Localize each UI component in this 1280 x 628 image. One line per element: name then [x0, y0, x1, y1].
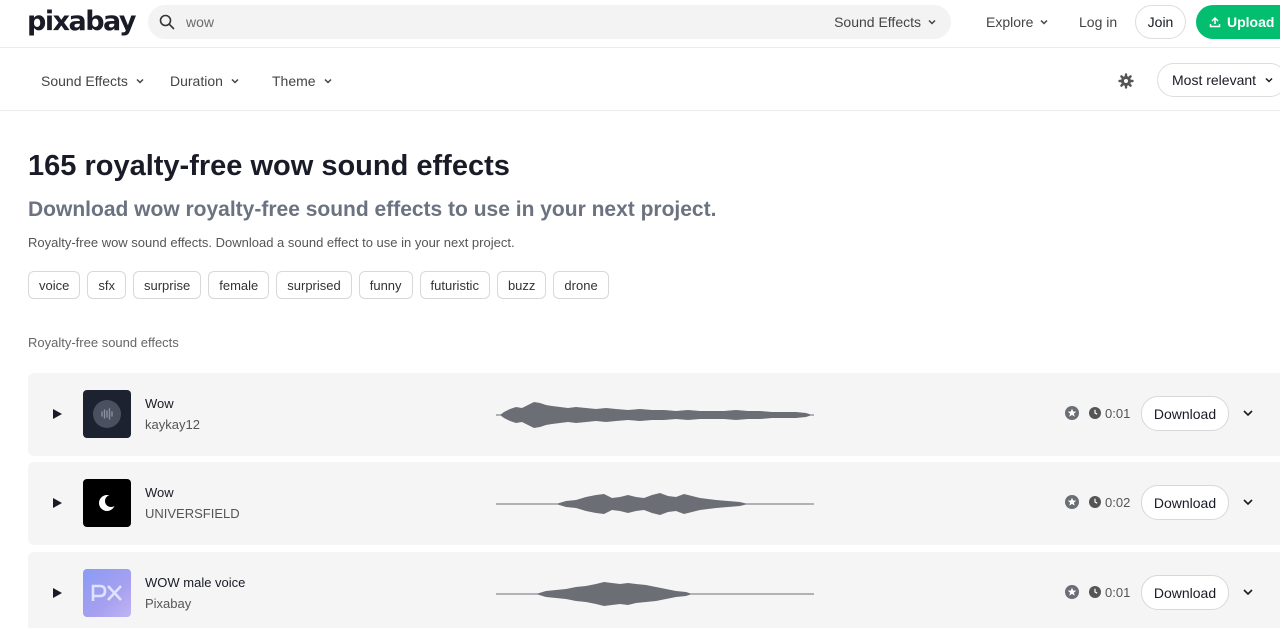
tag-chip[interactable]: buzz — [496, 271, 547, 299]
track-author[interactable]: Pixabay — [145, 596, 191, 611]
favorite-star-icon[interactable] — [1065, 406, 1079, 420]
tag-chip[interactable]: surprised — [276, 271, 352, 299]
section-label: Royalty-free sound effects — [28, 335, 179, 350]
filter-bar: Sound Effects Duration Theme Most releva… — [0, 49, 1280, 111]
track-title[interactable]: WOW male voice — [145, 575, 245, 590]
search-type-label: Sound Effects — [834, 14, 921, 30]
track-duration: 0:01 — [1105, 406, 1131, 421]
search-type-dropdown[interactable]: Sound Effects — [834, 14, 937, 30]
track-author[interactable]: UNIVERSFIELD — [145, 506, 240, 521]
sort-dropdown[interactable]: Most relevant — [1157, 63, 1280, 97]
waveform[interactable] — [496, 572, 814, 616]
play-icon[interactable] — [51, 408, 63, 420]
upload-icon — [1209, 16, 1221, 28]
tag-chip[interactable]: voice — [28, 271, 81, 299]
waveform[interactable] — [496, 393, 814, 437]
tag-chip[interactable]: drone — [553, 271, 609, 299]
audio-row[interactable]: Wow UNIVERSFIELD 0:02 Download — [28, 462, 1280, 545]
search-input[interactable] — [186, 14, 786, 30]
filter-label: Theme — [272, 73, 316, 89]
top-header: pixabay Sound Effects Explore Log in Joi… — [0, 0, 1280, 48]
join-button[interactable]: Join — [1135, 5, 1186, 39]
chevron-down-icon — [136, 78, 144, 84]
filter-label: Duration — [170, 73, 223, 89]
chevron-down-icon — [928, 19, 936, 25]
audio-row[interactable]: Wow kaykay12 0:01 Download — [28, 373, 1280, 456]
chevron-down-icon[interactable] — [1242, 496, 1254, 508]
track-thumbnail[interactable] — [83, 569, 131, 617]
page-description: Royalty-free wow sound effects. Download… — [28, 235, 515, 250]
tag-chip[interactable]: sfx — [87, 271, 126, 299]
tag-list: voice sfx surprise female surprised funn… — [28, 271, 609, 299]
pixabay-px-icon — [91, 584, 122, 601]
search-icon[interactable] — [159, 14, 175, 30]
track-author[interactable]: kaykay12 — [145, 417, 200, 432]
upload-button[interactable]: Upload — [1196, 5, 1280, 39]
chevron-down-icon[interactable] — [1242, 407, 1254, 419]
filter-label: Sound Effects — [41, 73, 128, 89]
tag-chip[interactable]: funny — [358, 271, 413, 299]
track-thumbnail[interactable] — [83, 390, 131, 438]
clock-icon — [1089, 586, 1101, 598]
tag-chip[interactable]: surprise — [132, 271, 202, 299]
waveform[interactable] — [496, 482, 814, 526]
pixabay-logo[interactable]: pixabay — [27, 6, 137, 37]
page-title: 165 royalty-free wow sound effects — [28, 150, 510, 182]
gear-icon[interactable] — [1118, 73, 1134, 89]
clock-icon — [1089, 496, 1101, 508]
track-thumbnail[interactable] — [83, 479, 131, 527]
track-duration: 0:01 — [1105, 585, 1131, 600]
explore-menu[interactable]: Explore — [986, 14, 1049, 30]
tag-chip[interactable]: female — [208, 271, 270, 299]
upload-label: Upload — [1227, 14, 1275, 30]
sort-label: Most relevant — [1172, 72, 1257, 88]
explore-label: Explore — [986, 14, 1034, 30]
filter-duration[interactable]: Duration — [170, 73, 240, 89]
download-button[interactable]: Download — [1141, 575, 1229, 610]
chevron-down-icon — [324, 78, 332, 84]
play-icon[interactable] — [51, 587, 63, 599]
clock-icon — [1089, 407, 1101, 419]
track-title[interactable]: Wow — [145, 396, 174, 411]
track-duration: 0:02 — [1105, 495, 1131, 510]
favorite-star-icon[interactable] — [1065, 585, 1079, 599]
download-button[interactable]: Download — [1141, 396, 1229, 431]
moon-icon — [99, 495, 117, 511]
play-icon[interactable] — [51, 497, 63, 509]
filter-sound-effects[interactable]: Sound Effects — [41, 73, 145, 89]
track-title[interactable]: Wow — [145, 485, 174, 500]
chevron-down-icon — [1265, 77, 1273, 83]
chevron-down-icon — [1040, 19, 1048, 25]
waveform-badge-icon — [93, 400, 121, 428]
page-subtitle: Download wow royalty-free sound effects … — [28, 198, 717, 221]
favorite-star-icon[interactable] — [1065, 495, 1079, 509]
tag-chip[interactable]: futuristic — [419, 271, 490, 299]
download-button[interactable]: Download — [1141, 485, 1229, 520]
filter-theme[interactable]: Theme — [272, 73, 333, 89]
login-link[interactable]: Log in — [1079, 14, 1117, 30]
chevron-down-icon[interactable] — [1242, 586, 1254, 598]
search-bar[interactable]: Sound Effects — [148, 5, 951, 39]
audio-row[interactable]: WOW male voice Pixabay 0:01 Download — [28, 552, 1280, 628]
chevron-down-icon — [231, 78, 239, 84]
